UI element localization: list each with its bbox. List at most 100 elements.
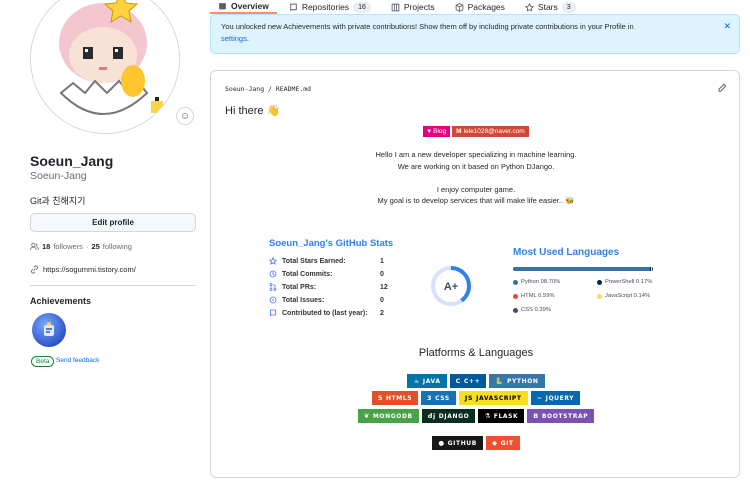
javascript-badge[interactable]: JS JAVASCRIPT [458, 391, 528, 405]
cpp-badge[interactable]: C C++ [449, 374, 487, 388]
website-link[interactable]: https://sogummi.tistory.com/ [30, 265, 136, 274]
language-bar [513, 267, 653, 271]
badge-label: JAVASCRIPT [476, 394, 522, 402]
badge-label: MONGODB [372, 412, 413, 420]
javascript-icon: JS [464, 394, 474, 402]
stats-title: Soeun_Jang's GitHub Stats [269, 238, 394, 249]
followers-count[interactable]: 18 [42, 242, 50, 251]
tab-stars[interactable]: Stars 3 [517, 0, 584, 14]
github-badge[interactable]: ● GITHUB [432, 436, 483, 450]
profile-nav: Overview Repositories 16 Projects Packag… [210, 0, 750, 14]
language-item: Python 98.70% [513, 279, 560, 285]
mongodb-badge[interactable]: ❦ MONGODB [357, 409, 419, 423]
set-status-button[interactable]: ☺ [176, 107, 194, 125]
email-badge-label: lele1028@naver.com [463, 128, 525, 135]
blog-badge-label: Blog [433, 128, 447, 135]
github-stats-card[interactable]: Soeun_Jang's GitHub Stats Total Stars Ea… [259, 231, 473, 326]
jquery-badge[interactable]: ~ JQUERY [530, 391, 581, 405]
tab-overview[interactable]: Overview [210, 0, 277, 14]
tab-label: Overview [231, 1, 269, 11]
python-badge[interactable]: 🐍 PYTHON [489, 374, 545, 388]
tab-count: 16 [353, 1, 371, 13]
readme-greeting: Hi there 👋 [225, 105, 281, 117]
badge-label: PYTHON [506, 377, 539, 385]
intro-line: Hello I am a new developer specializing … [375, 150, 577, 159]
divider [30, 285, 196, 286]
tab-label: Repositories [301, 2, 350, 12]
language-label: HTML 0.59% [521, 293, 555, 299]
package-icon [455, 2, 463, 12]
python-dot-icon [513, 279, 518, 285]
follow-stats: 18 followers · 25 following [30, 242, 132, 251]
repo-icon [270, 309, 276, 317]
languages-title: Most Used Languages [513, 247, 620, 258]
readme-path[interactable]: Soeun-Jang / README.md [225, 85, 311, 93]
clock-icon [269, 270, 277, 278]
star-icon [524, 2, 534, 12]
stat-value: 12 [380, 283, 388, 291]
pencil-icon[interactable] [717, 83, 727, 93]
tab-projects[interactable]: Projects [383, 0, 443, 14]
language-label: JavaScript 0.14% [605, 293, 651, 299]
language-item: CSS 0.39% [513, 307, 551, 313]
javascript-dot-icon [597, 293, 602, 299]
badge-label: CSS [435, 394, 450, 402]
email-badge[interactable]: M lele1028@naver.com [452, 126, 529, 137]
css3-icon: 3 [427, 394, 433, 402]
language-item: JavaScript 0.14% [597, 293, 650, 299]
css-badge[interactable]: 3 CSS [421, 391, 456, 405]
python-icon: 🐍 [495, 377, 504, 385]
pull-shark-icon [44, 322, 54, 336]
stat-label: Total Issues: [282, 296, 325, 304]
stat-label: Total Stars Earned: [282, 257, 346, 265]
website-url[interactable]: https://sogummi.tistory.com/ [43, 265, 136, 274]
stat-label: Contributed to (last year): [282, 309, 368, 317]
close-icon[interactable]: ✕ [723, 20, 731, 32]
html5-badge[interactable]: 5 HTML5 [371, 391, 419, 405]
intro-line: I enjoy computer game. [436, 184, 516, 194]
followers-label[interactable]: followers [53, 242, 83, 251]
html5-icon: 5 [377, 394, 383, 402]
flask-badge[interactable]: ⚗ FLASK [478, 409, 525, 423]
send-feedback-link[interactable]: Send feedback [56, 356, 99, 366]
django-badge[interactable]: dj DJANGO [421, 409, 476, 423]
tab-repositories[interactable]: Repositories 16 [281, 0, 379, 14]
following-count[interactable]: 25 [91, 242, 99, 251]
language-item: PowerShell 0.17% [597, 279, 652, 285]
powershell-dot-icon [597, 279, 602, 285]
stat-value: 0 [380, 296, 384, 304]
table-icon [391, 3, 400, 11]
stat-label: Total Commits: [282, 270, 333, 278]
tab-label: Packages [467, 2, 505, 12]
stat-row: Total PRs: 12 [269, 283, 400, 291]
beta-label: Beta [31, 356, 55, 367]
book-icon [219, 2, 226, 10]
star-icon [269, 257, 277, 265]
java-badge[interactable]: ☕ JAVA [407, 374, 447, 388]
contact-badges: ♥ Blog M lele1028@naver.com [211, 126, 741, 137]
stat-value: 2 [380, 309, 384, 317]
git-badge[interactable]: ◆ GIT [485, 436, 520, 450]
edit-profile-button[interactable]: Edit profile [30, 213, 196, 232]
badge-row: 5 HTML5 3 CSS JS JAVASCRIPT ~ JQUERY [211, 391, 741, 405]
intro-line [211, 172, 741, 184]
repo-icon [290, 3, 297, 11]
following-label[interactable]: following [103, 242, 132, 251]
platforms-heading: Platforms & Languages [418, 347, 534, 359]
tab-packages[interactable]: Packages [447, 0, 513, 14]
intro-line: We are working on it based on Python DJa… [397, 161, 555, 171]
language-item: HTML 0.59% [513, 293, 555, 299]
bootstrap-badge[interactable]: B BOOTSTRAP [527, 409, 595, 423]
settings-link[interactable]: settings [221, 34, 247, 43]
stat-row: Total Issues: 0 [269, 296, 400, 304]
stat-label: Total PRs: [282, 283, 317, 291]
blog-badge[interactable]: ♥ Blog [423, 126, 451, 137]
badge-label: FLASK [493, 412, 519, 420]
achievement-badge[interactable] [32, 313, 66, 347]
top-languages-card[interactable]: Most Used Languages Python 98.70% PowerS… [503, 239, 663, 329]
avatar[interactable] [30, 0, 180, 134]
language-label: PowerShell 0.17% [605, 279, 653, 285]
profile-name: Soeun_Jang [30, 153, 114, 169]
profile-login: Soeun-Jang [30, 170, 87, 182]
cpp-icon: C [455, 377, 461, 385]
